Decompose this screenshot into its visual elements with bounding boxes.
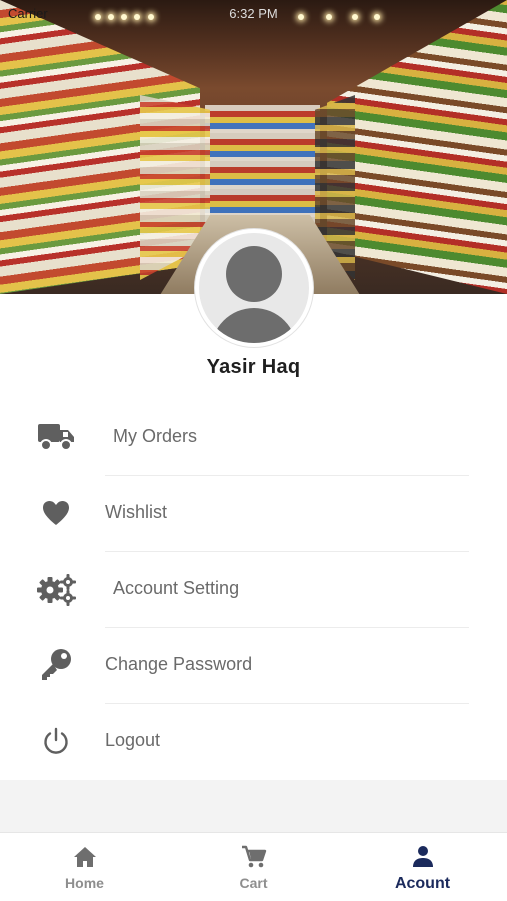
tab-label: Cart [239,875,268,891]
home-icon [72,845,98,869]
tab-account[interactable]: Acount [338,833,507,901]
heart-icon [36,496,76,530]
menu-item-label: My Orders [113,426,198,446]
aisle-back-decoration [205,105,320,225]
menu-item-label: Logout [105,730,161,750]
avatar[interactable] [195,229,313,347]
bottom-tab-bar: Home Cart Acount [0,832,507,901]
status-carrier: Carrier [8,6,48,21]
tab-home[interactable]: Home [0,833,169,901]
tab-cart[interactable]: Cart [169,833,338,901]
power-icon [36,724,76,758]
gears-icon [36,572,76,606]
tab-label: Home [65,875,104,891]
truck-icon [36,420,76,454]
menu-item-change-password[interactable]: Change Password [0,628,507,704]
user-name: Yasir Haq [206,356,301,378]
tab-label: Acount [394,875,451,892]
menu-item-label: Account Setting [113,578,240,598]
menu-item-label: Wishlist [105,502,167,522]
menu-item-my-orders[interactable]: My Orders [0,400,507,476]
profile-card: Yasir Haq My Orders Wishlist Account Set… [0,294,507,780]
status-bar: Carrier 6:32 PM [8,6,499,24]
user-icon [410,845,436,869]
menu-item-logout[interactable]: Logout [0,704,507,780]
menu-item-account-setting[interactable]: Account Setting [0,552,507,628]
key-icon [36,648,76,682]
avatar-placeholder-icon [199,233,309,343]
menu-item-label: Change Password [105,654,253,674]
menu-item-wishlist[interactable]: Wishlist [0,476,507,552]
cart-icon [241,845,267,869]
status-time: 6:32 PM [229,6,278,21]
